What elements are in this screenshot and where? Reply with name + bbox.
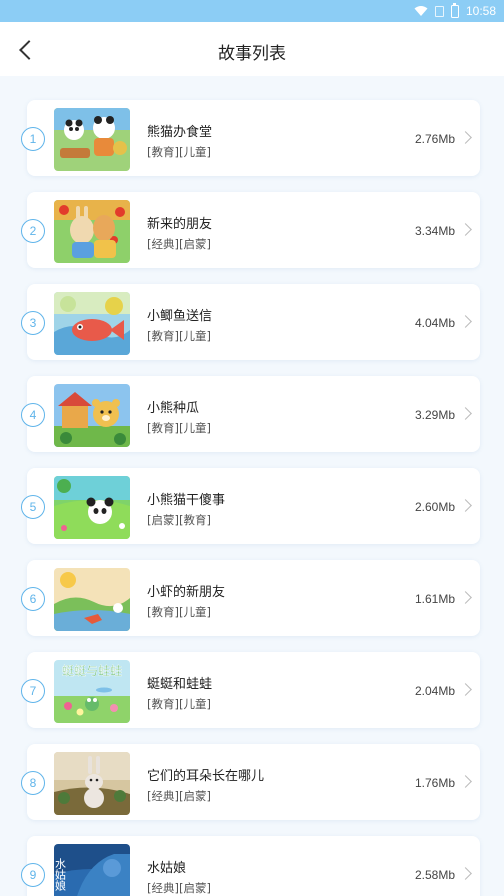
battery-icon [450,2,459,18]
chevron-right-icon [459,499,472,512]
story-tags: [教育][儿童] [147,605,211,619]
status-icons: 10:58 [414,2,496,19]
story-thumbnail [54,292,130,355]
story-title: 熊猫办食堂 [147,125,213,140]
story-thumbnail: 水姑娘 [54,844,130,896]
story-thumbnail [54,108,130,171]
story-thumbnail [54,200,130,263]
story-tags: [教育][儿童] [147,697,211,711]
chevron-right-icon [459,131,472,144]
thumbnail-caption: 蜓蜓与蛙蛙 [62,664,122,678]
story-tags: [教育][儿童] [147,329,211,343]
chevron-right-icon [459,591,472,604]
story-tags: [教育][儿童] [147,421,211,435]
story-thumbnail: 蜓蜓与蛙蛙 [54,660,130,723]
story-tags: [经典][启蒙] [147,789,211,803]
page-title: 故事列表 [218,44,286,64]
story-title: 小熊种瓜 [147,401,200,416]
story-item-8[interactable]: 它们的耳朵长在哪儿 [经典][启蒙] 1.76Mb [27,744,480,820]
story-item-7[interactable]: 蜓蜓与蛙蛙 蜓蜓和蛙蛙 [教育][儿童] 2.04Mb [27,652,480,728]
story-tags: [启蒙][教育] [147,513,211,527]
story-item-9[interactable]: 水姑娘 水姑娘 [经典][启蒙] 2.58Mb [27,836,480,896]
story-title: 新来的朋友 [147,217,213,232]
story-tags: [教育][儿童] [147,145,211,159]
story-number-6: 6 [21,587,45,611]
story-size: 2.04Mb [414,684,455,698]
chevron-right-icon [459,315,472,328]
story-title: 它们的耳朵长在哪儿 [147,769,265,784]
story-title: 小熊猫干傻事 [147,493,226,508]
story-item-4[interactable]: 小熊种瓜 [教育][儿童] 3.29Mb [27,376,480,452]
story-item-1[interactable]: 熊猫办食堂 [教育][儿童] 2.76Mb [27,100,480,176]
story-number-9: 9 [21,863,45,887]
story-size: 1.61Mb [414,592,455,606]
chevron-right-icon [459,683,472,696]
no-sim-icon [434,5,444,17]
story-size: 2.76Mb [414,132,455,146]
story-number-5: 5 [21,495,45,519]
thumbnail-caption: 水姑娘 [54,858,67,892]
header: 故事列表 [0,22,504,76]
story-item-3[interactable]: 小鲫鱼送信 [教育][儿童] 4.04Mb [27,284,480,360]
story-item-2[interactable]: 新来的朋友 [经典][启蒙] 3.34Mb [27,192,480,268]
story-item-6[interactable]: 小虾的新朋友 [教育][儿童] 1.61Mb [27,560,480,636]
story-size: 3.34Mb [414,224,455,238]
story-size: 2.60Mb [414,500,455,514]
story-thumbnail [54,752,130,815]
chevron-right-icon [459,223,472,236]
story-title: 蜓蜓和蛙蛙 [147,677,213,692]
story-tags: [经典][启蒙] [147,881,211,895]
story-number-2: 2 [21,219,45,243]
story-number-4: 4 [21,403,45,427]
story-tags: [经典][启蒙] [147,237,211,251]
story-size: 3.29Mb [414,408,455,422]
chevron-right-icon [459,867,472,880]
story-number-1: 1 [21,127,45,151]
wifi-icon [414,6,428,16]
story-title: 水姑娘 [147,861,187,876]
status-bar: 10:58 [0,0,504,22]
chevron-right-icon [459,775,472,788]
story-title: 小虾的新朋友 [147,585,226,600]
chevron-right-icon [459,407,472,420]
story-number-7: 7 [21,679,45,703]
story-item-5[interactable]: 小熊猫干傻事 [启蒙][教育] 2.60Mb [27,468,480,544]
story-number-8: 8 [21,771,45,795]
story-thumbnail [54,384,130,447]
story-thumbnail [54,568,130,631]
story-title: 小鲫鱼送信 [147,309,213,324]
story-number-3: 3 [21,311,45,335]
story-size: 2.58Mb [414,868,455,882]
story-thumbnail [54,476,130,539]
story-size: 1.76Mb [414,776,455,790]
status-time: 10:58 [465,4,496,18]
story-size: 4.04Mb [414,316,455,330]
